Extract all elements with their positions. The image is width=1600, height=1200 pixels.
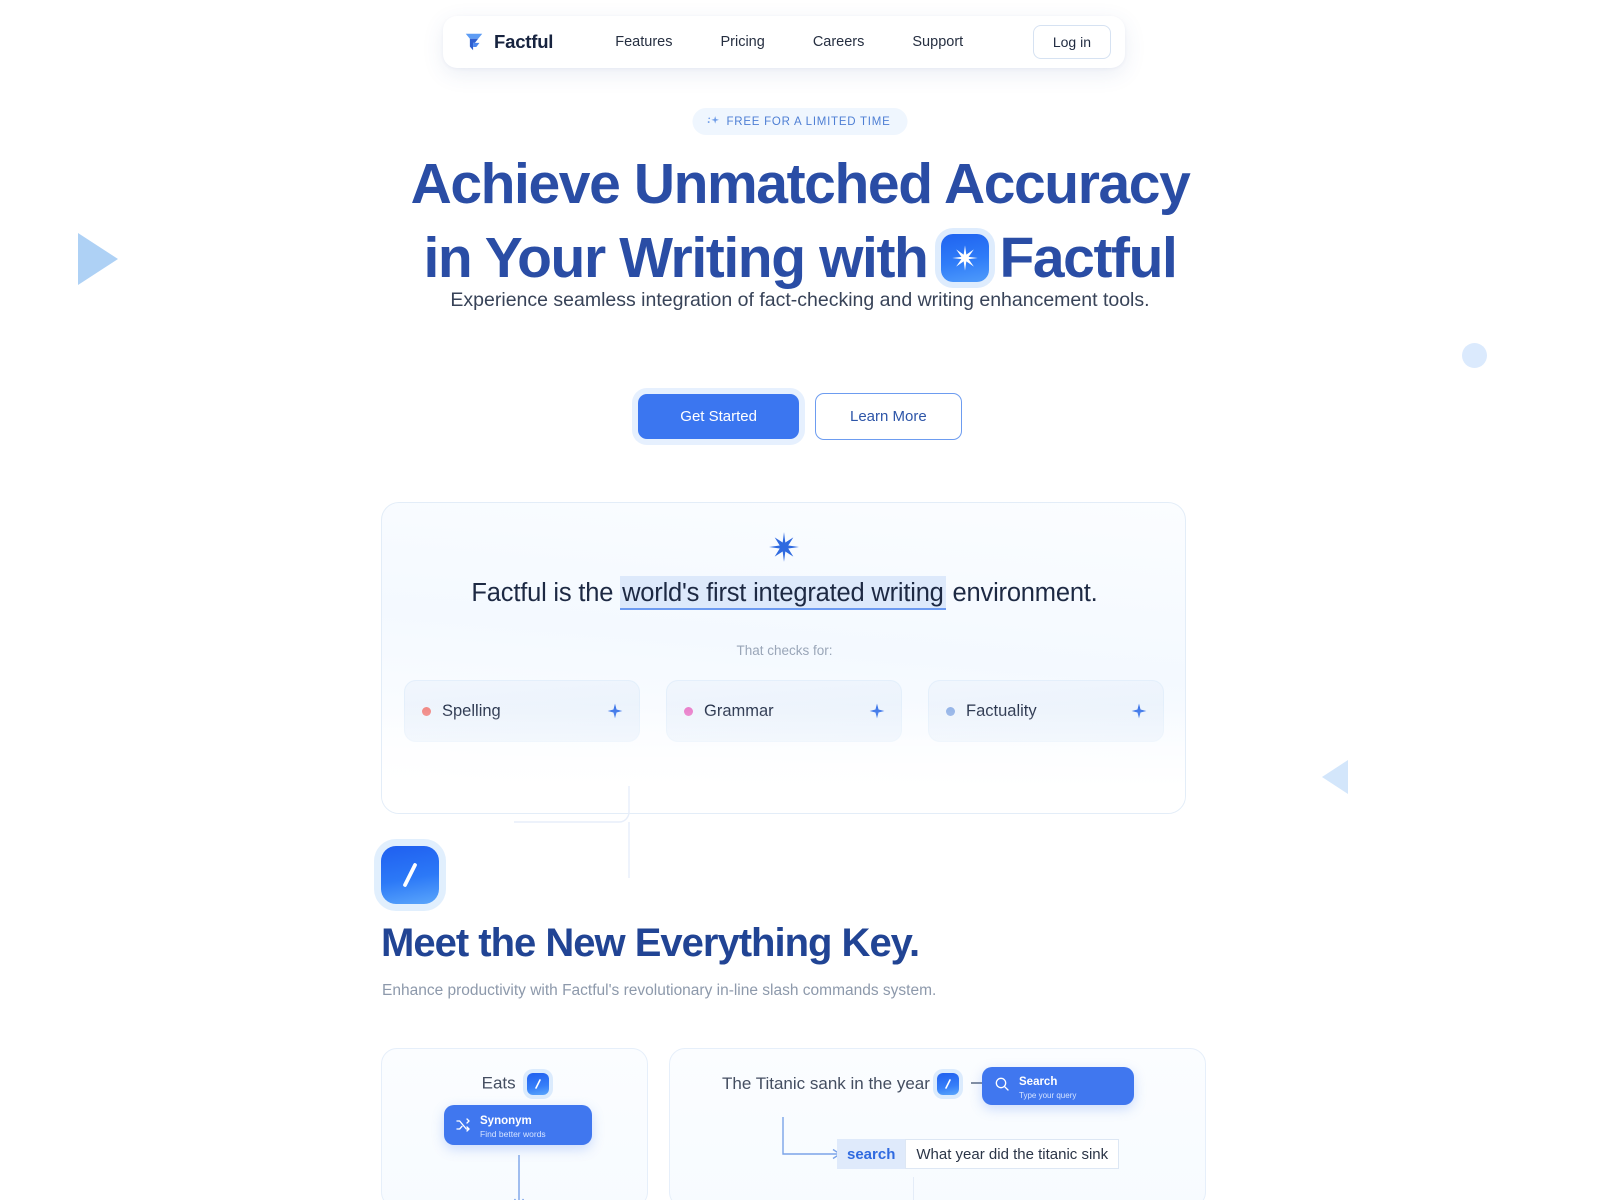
search-command-text: Search Type your query	[1019, 1072, 1076, 1101]
slash-key-icon	[381, 846, 439, 904]
search-result-value: What year did the titanic sink	[905, 1139, 1120, 1169]
hero-title-line-2-before: in Your Writing with	[423, 226, 928, 290]
demo-checks-label: That checks for:	[736, 643, 833, 658]
hero-title-line-2-after: Factful	[999, 226, 1177, 290]
synonym-command-text: Synonym Find better words	[480, 1111, 546, 1140]
search-demo-card: The Titanic sank in the year Search Type…	[669, 1048, 1206, 1200]
check-chip-label: Grammar	[704, 701, 774, 720]
nav-link-careers[interactable]: Careers	[789, 28, 889, 56]
demo-sentence-before: Factful is the	[471, 579, 621, 607]
connector-stub	[913, 1177, 914, 1200]
sparkle-icon	[706, 115, 719, 128]
check-chip-list: Spelling Grammar Factuality	[404, 680, 1164, 742]
synonym-command-desc: Find better words	[480, 1128, 546, 1139]
cta-row: Get Started Learn More	[0, 393, 1600, 440]
login-button[interactable]: Log in	[1032, 25, 1111, 59]
sparkle-icon	[869, 703, 885, 719]
nav-links: Features Pricing Careers Support	[591, 28, 1033, 56]
brand-name: Factful	[494, 31, 554, 52]
check-chip-label: Factuality	[966, 701, 1037, 720]
search-command-desc: Type your query	[1019, 1090, 1077, 1100]
search-command-title: Search	[1019, 1075, 1058, 1088]
check-chip-grammar[interactable]: Grammar	[666, 680, 902, 742]
promo-badge-text: FREE FOR A LIMITED TIME	[726, 115, 891, 128]
sparkle-icon	[1131, 703, 1147, 719]
slash-key-icon[interactable]	[936, 1073, 959, 1095]
search-result-tag: search	[837, 1139, 906, 1169]
status-dot-grammar	[684, 706, 693, 716]
demo-sentence: Factful is the world's first integrated …	[382, 576, 1185, 610]
learn-more-button[interactable]: Learn More	[815, 393, 962, 440]
circle-decor-icon	[1462, 343, 1487, 368]
promo-badge: FREE FOR A LIMITED TIME	[692, 108, 908, 135]
search-prompt: The Titanic sank in the year	[722, 1073, 1014, 1095]
synonym-demo-card: Eats Synonym Find better words	[381, 1048, 648, 1200]
check-chip-factuality[interactable]: Factuality	[928, 680, 1164, 742]
synonym-command-pill[interactable]: Synonym Find better words	[444, 1105, 592, 1145]
hero-subtitle: Experience seamless integration of fact-…	[450, 289, 1150, 311]
six-point-star-icon	[768, 531, 800, 563]
synonym-command-title: Synonym	[480, 1114, 532, 1127]
brand[interactable]: Factful	[463, 31, 553, 53]
slash-key-icon[interactable]	[527, 1073, 550, 1095]
section-subtitle: Enhance productivity with Factful's revo…	[382, 982, 937, 999]
check-chip-spelling[interactable]: Spelling	[404, 680, 640, 742]
nav-link-features[interactable]: Features	[591, 28, 696, 56]
nav-link-pricing[interactable]: Pricing	[696, 28, 788, 56]
sparkle-icon	[607, 703, 623, 719]
triangle-left-decor-icon	[1322, 760, 1348, 794]
status-dot-factuality	[946, 706, 955, 716]
section-title: Meet the New Everything Key.	[381, 921, 920, 965]
search-result-row[interactable]: search What year did the titanic sink	[837, 1139, 1120, 1169]
page-title: Achieve Unmatched Accuracy in Your Writi…	[0, 147, 1600, 295]
demo-card: Factful is the world's first integrated …	[381, 502, 1186, 814]
star-sparkle-icon	[941, 234, 990, 282]
hero-title-line-1: Achieve Unmatched Accuracy	[410, 152, 1191, 216]
synonym-prompt-text: Eats	[481, 1073, 516, 1093]
navbar: Factful Features Pricing Careers Support…	[443, 16, 1125, 68]
search-command-pill[interactable]: Search Type your query	[982, 1067, 1134, 1105]
synonym-prompt: Eats	[382, 1073, 647, 1095]
demo-sentence-highlight[interactable]: world's first integrated writing	[620, 576, 946, 610]
hero-title-line-2: in Your Writing with Factful	[0, 221, 1600, 295]
shuffle-icon	[455, 1117, 471, 1133]
search-prompt-text: The Titanic sank in the year	[722, 1074, 930, 1093]
factful-logo-icon	[463, 31, 485, 53]
demo-sentence-after: environment.	[945, 579, 1098, 607]
arrow-down-icon	[513, 1155, 525, 1200]
search-icon	[994, 1076, 1010, 1097]
check-chip-label: Spelling	[442, 701, 501, 720]
landing-page: Factful Features Pricing Careers Support…	[0, 0, 1600, 1200]
get-started-button[interactable]: Get Started	[638, 394, 799, 439]
nav-link-support[interactable]: Support	[888, 28, 987, 56]
status-dot-spelling	[422, 706, 431, 716]
